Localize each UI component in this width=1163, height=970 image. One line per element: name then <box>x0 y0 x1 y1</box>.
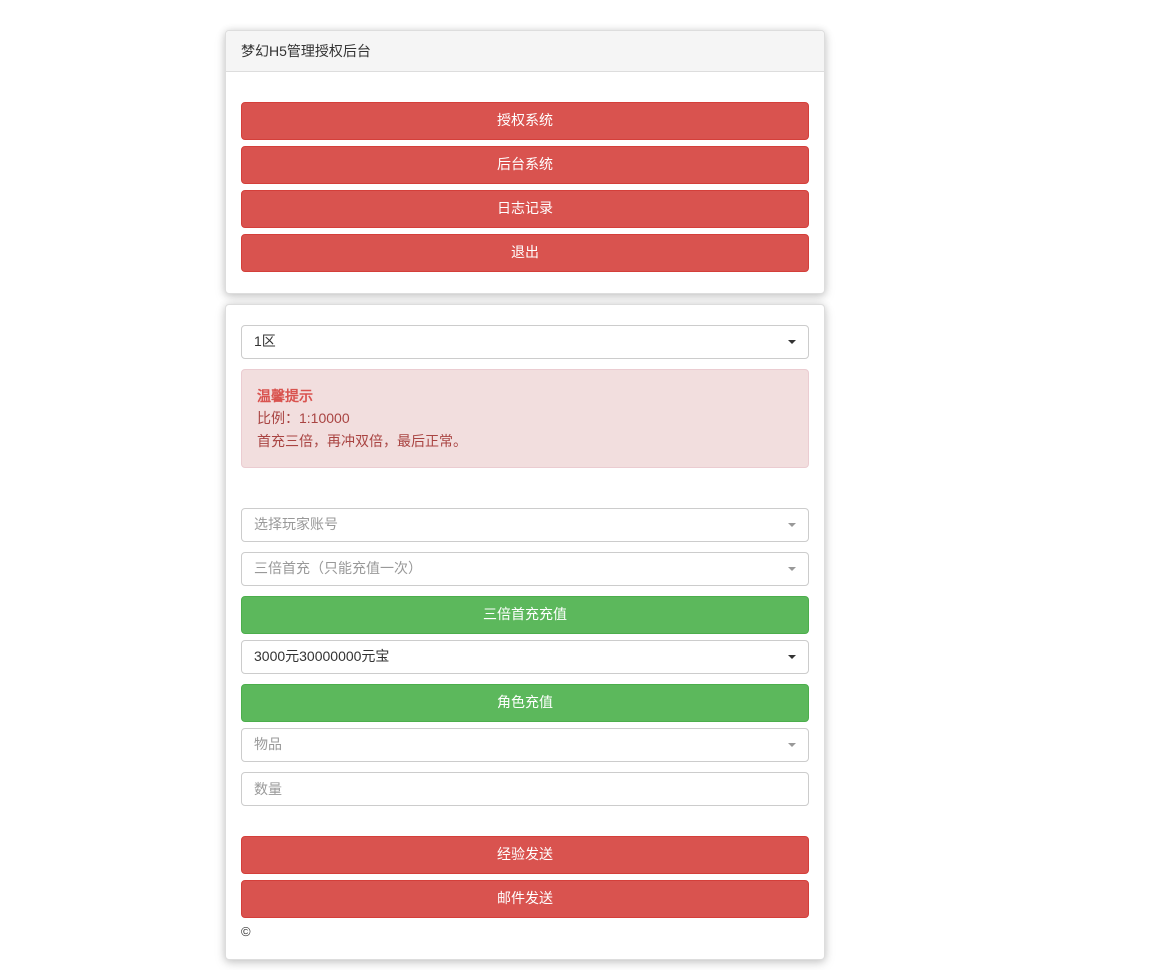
tip-line2: 首充三倍，再冲双倍，最后正常。 <box>257 433 467 449</box>
role-charge-button[interactable]: 角色充值 <box>241 684 809 722</box>
amount-select[interactable]: 3000元30000000元宝 <box>241 640 809 674</box>
first-charge-placeholder: 三倍首充（只能充值一次） <box>254 560 422 576</box>
tip-alert: 温馨提示 比例：1:10000 首充三倍，再冲双倍，最后正常。 <box>241 369 809 468</box>
amount-select-value: 3000元30000000元宝 <box>254 648 389 664</box>
chevron-down-icon <box>788 567 796 571</box>
first-charge-select[interactable]: 三倍首充（只能充值一次） <box>241 552 809 586</box>
item-select-placeholder: 物品 <box>254 736 282 752</box>
chevron-down-icon <box>788 340 796 344</box>
log-record-button[interactable]: 日志记录 <box>241 190 809 228</box>
tip-line1: 比例：1:10000 <box>257 410 350 426</box>
zone-select-value: 1区 <box>254 333 276 349</box>
auth-system-button[interactable]: 授权系统 <box>241 102 809 140</box>
zone-select[interactable]: 1区 <box>241 325 809 359</box>
chevron-down-icon <box>788 743 796 747</box>
tip-title: 温馨提示 <box>257 388 313 404</box>
triple-first-charge-button[interactable]: 三倍首充充值 <box>241 596 809 634</box>
panel-title: 梦幻H5管理授权后台 <box>226 31 824 72</box>
logout-button[interactable]: 退出 <box>241 234 809 272</box>
mail-send-button[interactable]: 邮件发送 <box>241 880 809 918</box>
item-select[interactable]: 物品 <box>241 728 809 762</box>
nav-panel: 梦幻H5管理授权后台 授权系统 后台系统 日志记录 退出 <box>225 30 825 294</box>
backend-system-button[interactable]: 后台系统 <box>241 146 809 184</box>
quantity-input[interactable] <box>241 772 809 806</box>
player-account-placeholder: 选择玩家账号 <box>254 516 338 532</box>
player-account-select[interactable]: 选择玩家账号 <box>241 508 809 542</box>
exp-send-button[interactable]: 经验发送 <box>241 836 809 874</box>
chevron-down-icon <box>788 655 796 659</box>
chevron-down-icon <box>788 523 796 527</box>
main-panel: 1区 温馨提示 比例：1:10000 首充三倍，再冲双倍，最后正常。 选择玩家账… <box>225 304 825 960</box>
copyright: © <box>241 924 809 944</box>
